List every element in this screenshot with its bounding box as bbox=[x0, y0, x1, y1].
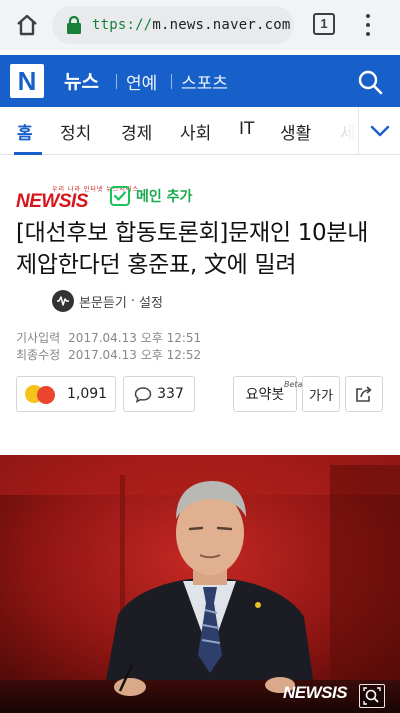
lock-icon bbox=[66, 15, 82, 34]
comment-button[interactable]: 337 bbox=[123, 376, 195, 412]
tab-home[interactable]: 홈 bbox=[17, 119, 33, 144]
header-sports-link[interactable]: 스포츠 bbox=[181, 69, 228, 94]
modified-time-value: 2017.04.13 오후 12:52 bbox=[68, 348, 202, 362]
beta-tag: Beta bbox=[284, 380, 303, 389]
header-divider bbox=[116, 74, 117, 89]
header-news-link[interactable]: 뉴스 bbox=[64, 67, 99, 94]
zoom-icon[interactable] bbox=[359, 684, 385, 708]
tab-it[interactable]: IT bbox=[239, 119, 254, 139]
tab-fade bbox=[320, 107, 358, 154]
comment-count: 337 bbox=[157, 386, 184, 402]
naver-header: N 뉴스 연예 스포츠 bbox=[0, 55, 400, 107]
modified-time-label: 최종수정 bbox=[16, 348, 61, 362]
url-scheme: ttps:// bbox=[92, 17, 153, 33]
browser-toolbar: ttps://m.news.naver.com 1 bbox=[0, 0, 400, 50]
listen-controls: 본문듣기 · 설정 bbox=[52, 290, 163, 312]
main-add-button[interactable]: 메인 추가 bbox=[110, 186, 192, 206]
main-add-label: 메인 추가 bbox=[136, 189, 193, 205]
reaction-count: 1,091 bbox=[67, 386, 108, 402]
input-time-label: 기사입력 bbox=[16, 331, 61, 345]
home-icon[interactable] bbox=[14, 12, 40, 38]
share-icon bbox=[356, 386, 372, 402]
active-tab-indicator bbox=[14, 152, 42, 155]
url-text: ttps://m.news.naver.com bbox=[92, 17, 290, 33]
naver-logo[interactable]: N bbox=[10, 64, 44, 98]
category-expand-button[interactable] bbox=[358, 107, 400, 154]
search-icon[interactable] bbox=[357, 69, 383, 95]
tab-economy[interactable]: 경제 bbox=[121, 119, 152, 144]
chevron-down-icon bbox=[370, 125, 389, 136]
reaction-button[interactable]: 1,091 bbox=[16, 376, 116, 412]
font-size-button[interactable]: 가가 bbox=[302, 376, 340, 412]
comment-icon bbox=[134, 386, 152, 403]
check-icon bbox=[110, 186, 130, 206]
tab-life[interactable]: 생활 bbox=[280, 119, 311, 144]
photo-watermark: NEWSIS bbox=[283, 683, 348, 702]
address-bar[interactable]: ttps://m.news.naver.com bbox=[52, 6, 294, 44]
article-headline: [대선후보 합동토론회]문재인 10분내 제압한다던 홍준표, 文에 밀려 bbox=[16, 220, 369, 278]
input-time-value: 2017.04.13 오후 12:51 bbox=[68, 331, 202, 345]
tab-switcher-button[interactable]: 1 bbox=[313, 13, 335, 35]
article-input-time: 기사입력 2017.04.13 오후 12:51 bbox=[16, 329, 201, 346]
tab-politics[interactable]: 정치 bbox=[60, 119, 91, 144]
listen-settings-button[interactable]: 설정 bbox=[139, 292, 163, 311]
article-photo[interactable] bbox=[0, 455, 400, 713]
summary-bot-button[interactable]: 요약봇 Beta bbox=[233, 376, 302, 412]
tab-society[interactable]: 사회 bbox=[180, 119, 211, 144]
angry-emoji-icon bbox=[37, 386, 55, 404]
separator-dot: · bbox=[130, 293, 135, 309]
listen-button[interactable]: 본문듣기 bbox=[79, 292, 127, 311]
summary-bot-label: 요약봇 bbox=[245, 387, 285, 403]
audio-play-icon[interactable] bbox=[52, 290, 74, 312]
share-button[interactable] bbox=[345, 376, 383, 412]
more-menu-icon[interactable] bbox=[358, 12, 378, 38]
url-host: m.news.naver.com bbox=[152, 17, 291, 33]
politician-photo-image bbox=[0, 455, 400, 713]
header-divider bbox=[171, 74, 172, 89]
header-entertainment-link[interactable]: 연예 bbox=[126, 69, 157, 94]
article-modified-time: 최종수정 2017.04.13 오후 12:52 bbox=[16, 346, 201, 363]
